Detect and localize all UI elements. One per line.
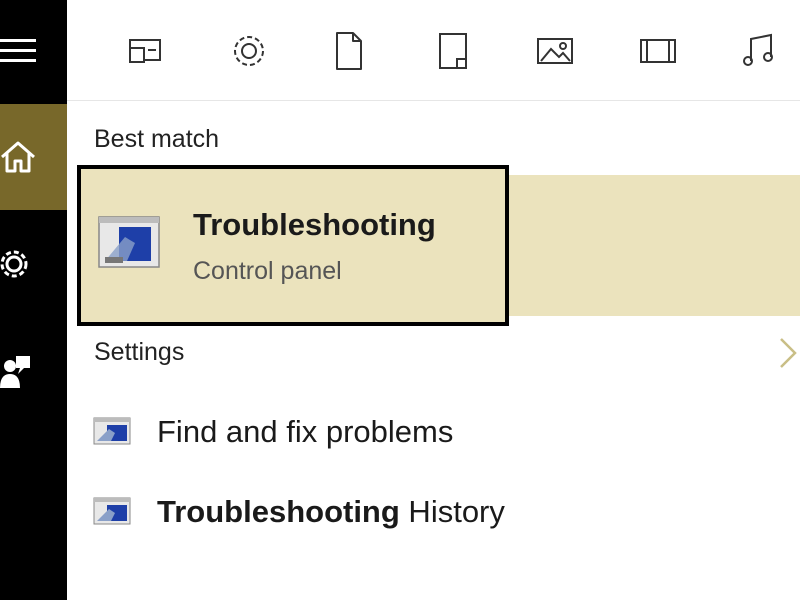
photos-filter-icon bbox=[537, 38, 573, 64]
hamburger-menu-icon bbox=[0, 39, 36, 62]
people-button[interactable] bbox=[0, 340, 67, 404]
menu-button[interactable] bbox=[0, 18, 67, 82]
documents-filter-icon bbox=[336, 32, 362, 70]
folders-filter-icon bbox=[439, 33, 467, 69]
best-match-heading: Best match bbox=[94, 125, 220, 153]
troubleshooting-app-icon bbox=[98, 216, 160, 268]
troubleshooting-history-bold: Troubleshooting bbox=[157, 494, 400, 529]
photos-filter-button[interactable] bbox=[532, 28, 578, 74]
settings-button[interactable] bbox=[0, 232, 67, 296]
videos-filter-icon bbox=[640, 39, 676, 63]
apps-filter-icon bbox=[129, 39, 161, 63]
best-match-subtitle: Control panel bbox=[193, 257, 342, 285]
documents-filter-button[interactable] bbox=[326, 28, 372, 74]
apps-filter-button[interactable] bbox=[123, 28, 169, 74]
home-button[interactable] bbox=[0, 104, 67, 210]
people-icon bbox=[0, 356, 30, 388]
videos-filter-button[interactable] bbox=[635, 28, 681, 74]
settings-filter-icon bbox=[234, 36, 264, 66]
music-filter-icon bbox=[743, 33, 773, 66]
home-icon bbox=[1, 141, 35, 173]
settings-filter-button[interactable] bbox=[226, 28, 272, 74]
settings-heading: Settings bbox=[94, 338, 185, 366]
troubleshooting-history-label: Troubleshooting History bbox=[157, 494, 505, 530]
chevron-right-icon[interactable] bbox=[775, 333, 800, 373]
folders-filter-button[interactable] bbox=[430, 28, 476, 74]
control-panel-icon bbox=[93, 497, 131, 525]
find-and-fix-label: Find and fix problems bbox=[157, 414, 454, 449]
filter-bar bbox=[67, 0, 800, 101]
gear-icon bbox=[0, 250, 28, 278]
music-filter-button[interactable] bbox=[736, 28, 782, 74]
left-rail bbox=[0, 0, 67, 600]
search-results-pane: Best match Troubleshooting Control panel… bbox=[67, 0, 800, 600]
list-item-find-and-fix[interactable]: Find and fix problems bbox=[93, 406, 693, 456]
troubleshooting-history-rest: History bbox=[399, 494, 505, 529]
best-match-result[interactable]: Troubleshooting Control panel bbox=[77, 165, 509, 326]
control-panel-icon bbox=[93, 417, 131, 445]
best-match-title: Troubleshooting bbox=[193, 207, 436, 242]
list-item-troubleshooting-history[interactable]: Troubleshooting History bbox=[93, 486, 693, 536]
